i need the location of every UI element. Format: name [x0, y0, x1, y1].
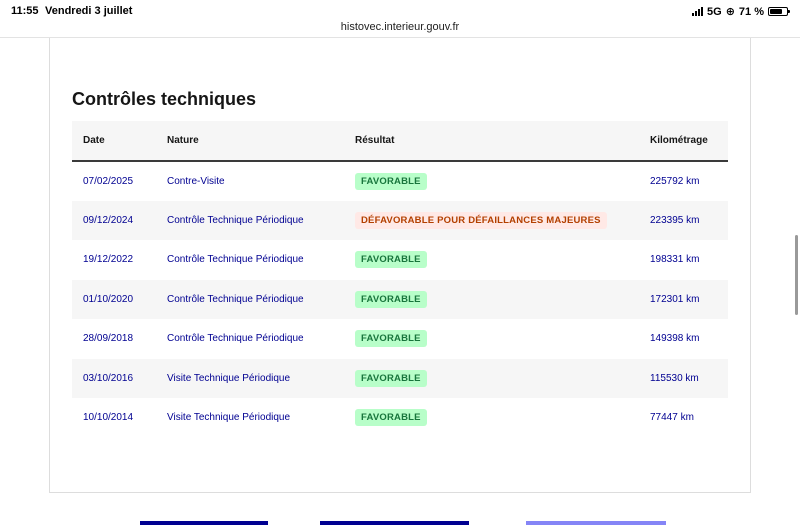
table-row: 01/10/2020 Contrôle Technique Périodique F…: [72, 279, 728, 320]
cell-nature: Contrôle Technique Périodique: [167, 214, 304, 226]
table-row: 09/12/2024 Contrôle Technique Périodique D…: [72, 200, 728, 241]
url-text[interactable]: histovec.interieur.gouv.fr: [341, 21, 459, 33]
status-indicators: 5G ⊕ 71 %: [692, 5, 790, 18]
cell-mileage: 115530 km: [650, 372, 699, 384]
header-nature: Nature: [167, 135, 199, 146]
header-mileage: Kilométrage: [650, 135, 708, 146]
cell-result: FAVORABLE: [344, 280, 639, 320]
network-label: 5G: [707, 5, 722, 18]
header-result: Résultat: [355, 135, 395, 146]
cell-mileage: 149398 km: [650, 333, 700, 345]
cell-date: 28/09/2018: [83, 333, 134, 345]
cell-nature: Contrôle Technique Périodique: [167, 254, 304, 266]
bottom-button-3[interactable]: [526, 521, 666, 525]
cell-mileage: 172301 km: [650, 293, 700, 305]
cell-nature: Contrôle Technique Périodique: [167, 333, 304, 345]
table-row: 07/02/2025 Contre-Visite FAVORABLE 225792 k…: [72, 161, 728, 201]
cell-mileage: 225792 km: [650, 175, 700, 187]
favorable-badge: FAVORABLE: [355, 290, 427, 308]
address-bar[interactable]: histovec.interieur.gouv.fr: [0, 18, 800, 38]
signal-icon: [692, 7, 704, 16]
cell-result: FAVORABLE: [344, 359, 639, 399]
cell-result: FAVORABLE: [344, 398, 639, 438]
cell-result: FAVORABLE: [344, 161, 639, 201]
cell-nature: Contrôle Technique Périodique: [167, 293, 304, 305]
battery-icon: [768, 7, 790, 16]
cell-date: 09/12/2024: [83, 214, 134, 226]
cell-nature: Contre-Visite: [167, 175, 225, 187]
cell-result: FAVORABLE: [344, 240, 639, 280]
cell-mileage: 198331 km: [650, 254, 700, 266]
cell-result: DÉFAVORABLE POUR DÉFAILLANCES MAJEURES: [344, 201, 639, 241]
status-time: 11:55: [11, 5, 39, 17]
cell-result: FAVORABLE: [344, 319, 639, 359]
favorable-badge: FAVORABLE: [355, 330, 427, 348]
defavorable-badge: DÉFAVORABLE POUR DÉFAILLANCES MAJEURES: [355, 211, 607, 229]
cell-mileage: 223395 km: [650, 214, 700, 226]
inspections-table: Date Nature Résultat Kilométrage 07/02/2…: [72, 121, 728, 438]
favorable-badge: FAVORABLE: [355, 251, 427, 269]
cell-date: 01/10/2020: [83, 293, 134, 305]
cell-nature: Visite Technique Périodique: [167, 372, 291, 384]
favorable-badge: FAVORABLE: [355, 369, 427, 387]
bottom-button-2[interactable]: [320, 521, 469, 525]
cell-nature: Visite Technique Périodique: [167, 412, 291, 424]
status-date: Vendredi 3 juillet: [45, 5, 133, 17]
cell-date: 03/10/2016: [83, 372, 134, 384]
cell-date: 10/10/2014: [83, 412, 134, 424]
bottom-button-1[interactable]: [140, 521, 268, 525]
favorable-badge: FAVORABLE: [355, 409, 427, 427]
cell-date: 07/02/2025: [83, 175, 134, 187]
cell-date: 19/12/2022: [83, 254, 134, 266]
table-row: 19/12/2022 Contrôle Technique Périodique F…: [72, 240, 728, 280]
battery-percent: 71 %: [738, 5, 764, 18]
cell-mileage: 77447 km: [650, 412, 694, 424]
favorable-badge: FAVORABLE: [355, 172, 427, 190]
table-row: 03/10/2016 Visite Technique Périodique FAV…: [72, 358, 728, 399]
table-header-row: Date Nature Résultat Kilométrage: [72, 121, 728, 161]
orientation-lock-icon: ⊕: [725, 6, 735, 18]
section-title: Contrôles techniques: [72, 89, 257, 109]
table-row: 10/10/2014 Visite Technique Périodique FAV…: [72, 398, 728, 438]
table-row: 28/09/2018 Contrôle Technique Périodique F…: [72, 319, 728, 359]
header-date: Date: [83, 135, 105, 146]
scrollbar[interactable]: [795, 235, 798, 315]
